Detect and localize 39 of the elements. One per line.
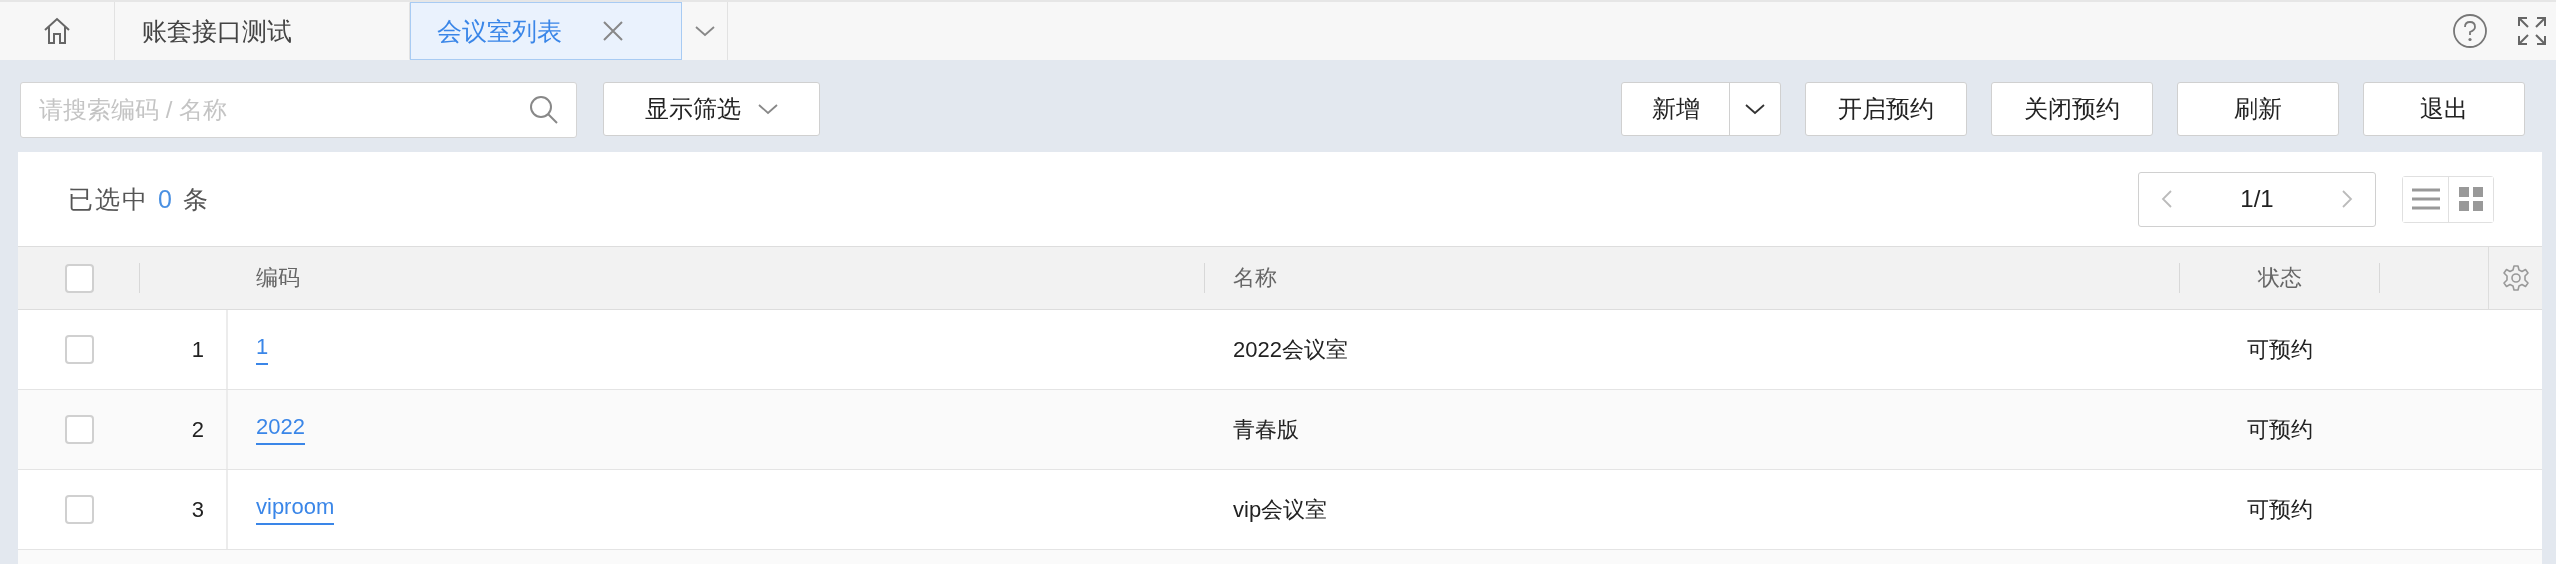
table-cell-text: 青春版 — [1233, 415, 1299, 444]
code-link[interactable]: viproom — [256, 494, 335, 525]
code-link[interactable]: 2022 — [256, 414, 305, 445]
table-cell-text: 可预约 — [2247, 495, 2313, 524]
column-header: 编码 — [256, 264, 300, 292]
toolbar-button[interactable]: 刷新 — [2177, 82, 2339, 136]
search-icon[interactable] — [528, 94, 560, 126]
table-cell-text: vip会议室 — [1233, 495, 1328, 524]
row-checkbox[interactable] — [64, 415, 94, 444]
toolbar-button[interactable]: 关闭预约 — [1991, 82, 2153, 136]
column-header: 状态 — [2258, 264, 2302, 292]
filter-dropdown[interactable]: 显示筛选 — [603, 82, 820, 136]
toolbar-button[interactable]: 退出 — [2363, 82, 2525, 136]
table-cell-text: 2022会议室 — [1233, 335, 1348, 364]
table-cell-text: 可预约 — [2247, 335, 2313, 364]
row-number: 2 — [191, 416, 204, 443]
toolbar-button[interactable]: 开启预约 — [1805, 82, 1967, 136]
search-bar[interactable]: 请搜索编码 / 名称 — [20, 82, 577, 138]
grid-view-button[interactable] — [2448, 176, 2493, 222]
table-row[interactable]: 3 viproom vip会议室 可预约 — [18, 470, 2542, 550]
page-indicator: 1/1 — [2240, 185, 2274, 213]
table-row[interactable]: 1 1 2022会议室 可预约 — [18, 310, 2542, 390]
select-all-checkbox[interactable] — [64, 263, 94, 293]
code-link[interactable]: 1 — [256, 334, 269, 365]
row-number: 1 — [191, 336, 204, 363]
column-header: 名称 — [1233, 264, 1277, 292]
table-row[interactable]: 2 2022 青春版 可预约 — [18, 390, 2542, 470]
row-checkbox[interactable] — [64, 335, 94, 364]
search-input[interactable]: 请搜索编码 / 名称 — [37, 95, 528, 125]
row-number: 3 — [191, 496, 204, 523]
list-icon — [2411, 188, 2440, 210]
selection-count: 已选中 0 条 — [68, 183, 210, 215]
grid-icon — [2459, 187, 2483, 211]
help-icon[interactable] — [2452, 13, 2488, 49]
fullscreen-icon[interactable] — [2516, 15, 2548, 47]
settings-icon[interactable] — [2501, 264, 2530, 292]
row-checkbox[interactable] — [64, 495, 94, 524]
table-cell-text: 可预约 — [2247, 415, 2313, 444]
close-icon[interactable] — [602, 20, 624, 42]
